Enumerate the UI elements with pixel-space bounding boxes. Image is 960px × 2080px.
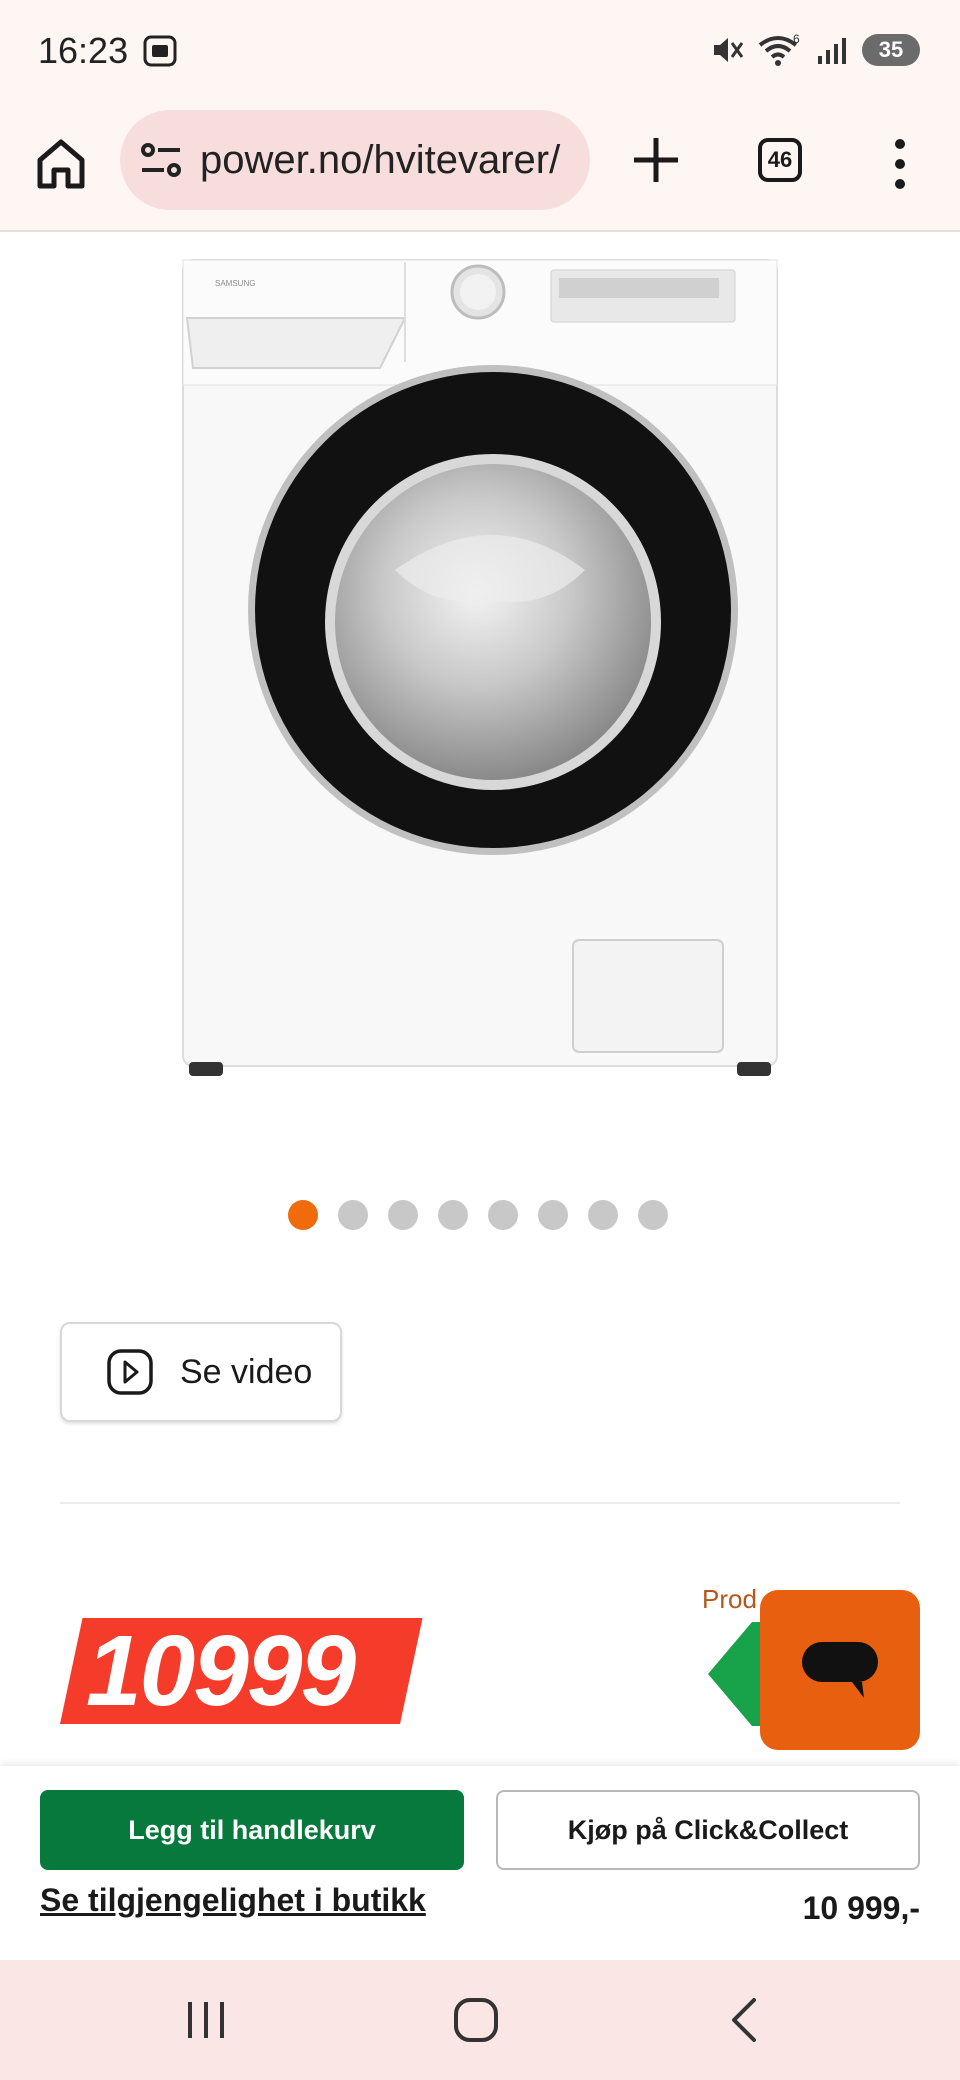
url-text: power.no/hvitevarer/ [200,137,561,182]
new-tab-icon[interactable] [628,132,684,188]
carousel-dot[interactable] [388,1200,418,1230]
price-summary: 10 999,- [802,1890,920,1926]
price-large: 10999 [86,1615,356,1727]
carousel-dot[interactable] [438,1200,468,1230]
carousel-dot[interactable] [538,1200,568,1230]
address-bar[interactable]: power.no/hvitevarer/ [120,110,590,210]
product-label-partial: Prod [702,1584,757,1614]
carousel-dot[interactable] [638,1200,668,1230]
status-bar: 16:23 6 35 [0,0,960,100]
recent-apps-icon[interactable] [176,1996,236,2044]
site-settings-icon[interactable] [138,137,184,183]
browser-toolbar: power.no/hvitevarer/ 46 [0,100,960,232]
tab-switcher-button[interactable]: 46 [758,138,802,182]
wifi-icon: 6 [758,33,800,66]
watch-video-label: Se video [180,1352,313,1391]
carousel-dot[interactable] [338,1200,368,1230]
mute-icon [714,38,744,62]
add-to-cart-button[interactable]: Legg til handlekurv [40,1790,464,1870]
chat-bubble-icon [802,1642,878,1698]
divider [60,1502,900,1504]
status-time: 16:23 [38,30,129,71]
battery-indicator: 35 [862,34,920,66]
store-availability-link[interactable]: Se tilgjengelighet i butikk [40,1882,426,1919]
svg-text:SAMSUNG: SAMSUNG [215,279,255,288]
carousel-dot[interactable] [588,1200,618,1230]
buy-panel: Legg til handlekurv Kjøp på Click&Collec… [0,1766,960,1960]
signal-icon [818,38,846,64]
image-carousel-dots [288,1200,668,1230]
click-and-collect-button[interactable]: Kjøp på Click&Collect [496,1790,920,1870]
system-navigation-bar [0,1960,960,2080]
back-icon[interactable] [716,1996,776,2044]
product-image-washing-machine[interactable]: SAMSUNG [175,250,785,1090]
carousel-dot[interactable] [488,1200,518,1230]
status-icons: 6 35 [710,30,920,70]
screenshot-icon [143,35,177,67]
more-menu-icon[interactable] [880,136,920,192]
watch-video-button[interactable]: Se video [60,1322,342,1422]
carousel-dot[interactable] [288,1200,318,1230]
play-icon [107,1349,153,1395]
home-nav-icon[interactable] [446,1996,506,2044]
chat-button[interactable] [760,1590,920,1750]
home-icon[interactable] [32,134,90,192]
svg-text:6: 6 [793,33,800,46]
